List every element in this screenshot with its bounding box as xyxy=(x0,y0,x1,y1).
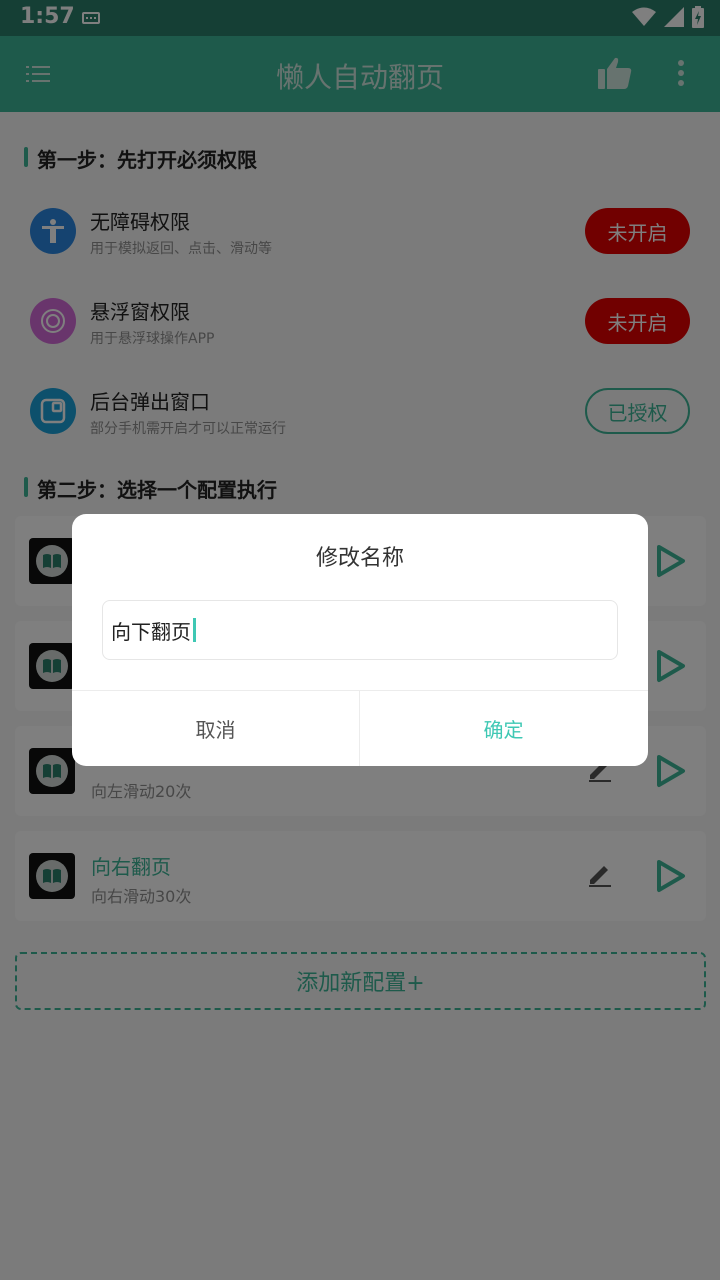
text-caret xyxy=(193,618,196,642)
name-input-value: 向下翻页 xyxy=(111,619,191,644)
name-input[interactable]: 向下翻页 xyxy=(102,600,618,660)
cancel-button[interactable]: 取消 xyxy=(72,691,359,766)
dialog-title: 修改名称 xyxy=(315,546,404,571)
rename-dialog: 修改名称 向下翻页 取消 确定 xyxy=(72,514,648,766)
confirm-button[interactable]: 确定 xyxy=(360,691,647,766)
